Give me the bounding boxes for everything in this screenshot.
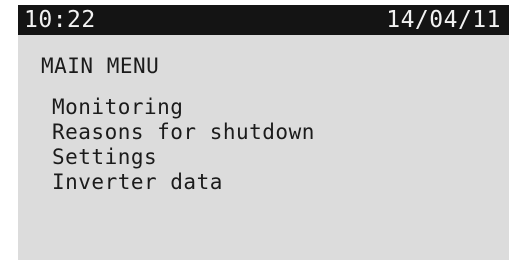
menu-title: MAIN MENU (41, 54, 160, 78)
menu-item-monitoring[interactable]: Monitoring (52, 95, 315, 120)
menu-item-reasons-for-shutdown[interactable]: Reasons for shutdown (52, 120, 315, 145)
lcd-screen: 10:22 14/04/11 MAIN MENU Monitoring Reas… (18, 5, 509, 260)
main-menu-list: Monitoring Reasons for shutdown Settings… (52, 95, 315, 195)
clock-date: 14/04/11 (386, 7, 501, 33)
menu-item-inverter-data[interactable]: Inverter data (52, 170, 315, 195)
status-bar: 10:22 14/04/11 (18, 5, 509, 35)
clock-time: 10:22 (24, 7, 96, 33)
menu-item-settings[interactable]: Settings (52, 145, 315, 170)
